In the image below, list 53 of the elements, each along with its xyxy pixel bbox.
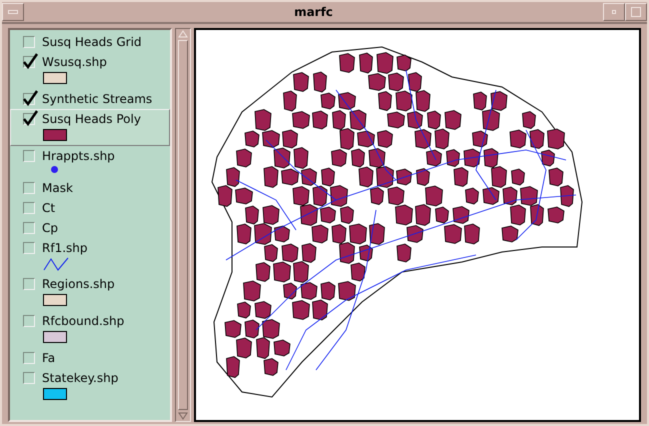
window-menu-button[interactable] xyxy=(2,3,24,21)
layer-item[interactable]: Hrappts.shp xyxy=(10,146,170,178)
layer-name: Susq Heads Grid xyxy=(42,35,142,49)
layer-item[interactable]: Rf1.shp xyxy=(10,238,170,274)
layer-name: Statekey.shp xyxy=(42,371,118,385)
layer-name: Wsusq.shp xyxy=(42,55,107,69)
layer-item[interactable]: Mask xyxy=(10,178,170,198)
menu-icon xyxy=(8,10,18,14)
check-icon xyxy=(23,90,39,106)
layer-name: Fa xyxy=(42,351,56,365)
layer-name: Regions.shp xyxy=(42,277,115,291)
layer-name: Rfcbound.shp xyxy=(42,314,124,328)
layer-item[interactable]: Synthetic Streams xyxy=(10,89,170,109)
layer-checkbox[interactable] xyxy=(23,202,35,214)
layer-name: Hrappts.shp xyxy=(42,149,115,163)
layer-item[interactable]: Statekey.shp xyxy=(10,368,170,405)
maximize-icon xyxy=(631,7,641,17)
layer-checkbox[interactable] xyxy=(23,315,35,327)
layer-checkbox[interactable] xyxy=(23,36,35,48)
layer-checkbox[interactable] xyxy=(23,278,35,290)
minimize-button[interactable] xyxy=(603,3,625,21)
layer-item[interactable]: Rfcbound.shp xyxy=(10,311,170,348)
scroll-thumb[interactable] xyxy=(178,40,188,410)
layer-item[interactable]: Cp xyxy=(10,218,170,238)
window-title: marfc xyxy=(293,5,334,19)
layer-checkbox[interactable] xyxy=(23,372,35,384)
layer-name: Ct xyxy=(42,201,56,215)
layer-item[interactable]: Susq Heads Grid xyxy=(10,32,170,52)
layer-item[interactable]: Regions.shp xyxy=(10,274,170,311)
layer-checkbox[interactable] xyxy=(23,242,35,254)
layer-checkbox[interactable] xyxy=(23,352,35,364)
layer-checkbox[interactable] xyxy=(23,93,35,105)
maximize-button[interactable] xyxy=(625,3,647,21)
layer-name: Mask xyxy=(42,181,73,195)
down-arrow-icon xyxy=(178,412,188,420)
scrollbar[interactable] xyxy=(175,28,191,422)
layer-checkbox[interactable] xyxy=(23,113,35,125)
layer-checkbox[interactable] xyxy=(23,222,35,234)
layer-item[interactable]: Fa xyxy=(10,348,170,368)
layer-checkbox[interactable] xyxy=(23,56,35,68)
layer-name: Synthetic Streams xyxy=(42,92,152,106)
layer-name: Susq Heads Poly xyxy=(42,112,141,126)
layer-checkbox[interactable] xyxy=(23,150,35,162)
layer-checkbox[interactable] xyxy=(23,182,35,194)
layer-name: Cp xyxy=(42,221,58,235)
layer-item[interactable]: Ct xyxy=(10,198,170,218)
up-arrow-icon xyxy=(178,30,188,38)
layer-name: Rf1.shp xyxy=(42,241,88,255)
check-icon xyxy=(23,53,39,69)
layer-item[interactable]: Wsusq.shp xyxy=(10,52,170,89)
layer-item[interactable]: Susq Heads Poly xyxy=(10,109,170,146)
minimize-icon xyxy=(612,10,616,14)
check-icon xyxy=(23,110,39,126)
